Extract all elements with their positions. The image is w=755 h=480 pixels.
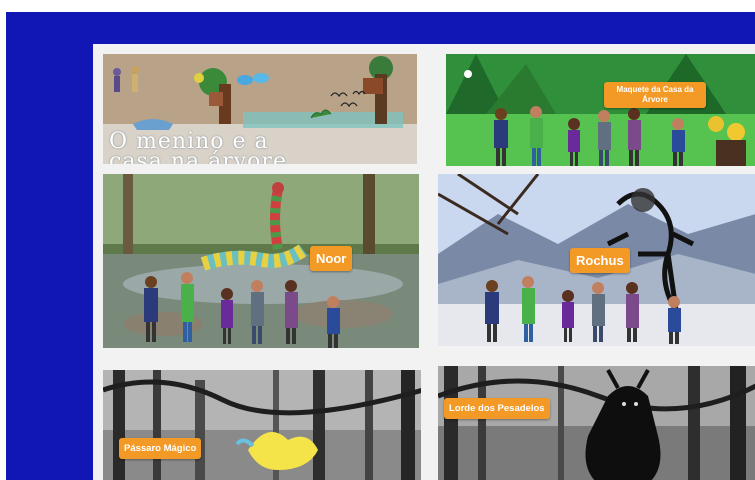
title-line-2: casa na árvore — [109, 149, 287, 165]
treehouse-drawing-title: O menino e a casa na árvore — [109, 131, 409, 165]
scene-label-treehouse-model: Maquete da Casa da Árvore — [604, 82, 706, 108]
label-line-2: Árvore — [642, 95, 668, 104]
scene-tile-treehouse-model[interactable]: Maquete da Casa da Árvore — [446, 54, 755, 166]
label-line-1: Maquete da Casa da — [616, 85, 694, 94]
scene-label-passaro-magico: Pássaro Mágico — [119, 438, 202, 459]
scene-label-noor: Noor — [310, 246, 353, 271]
scene-gallery: O menino e a casa na árvore Maquete da C… — [93, 44, 755, 480]
passaro-magico-scene-image — [103, 370, 421, 480]
treehouse-model-image — [446, 54, 755, 166]
scene-label-rochus: Rochus — [570, 248, 630, 273]
scene-tile-lorde-dos-pesadelos[interactable]: Lorde dos Pesadelos — [438, 366, 755, 480]
scene-label-lorde-dos-pesadelos: Lorde dos Pesadelos — [444, 398, 550, 419]
scene-tile-rochus[interactable]: Rochus — [438, 174, 755, 346]
noor-scene-image — [103, 174, 419, 348]
lorde-dos-pesadelos-scene-image — [438, 366, 755, 480]
scene-tile-treehouse-drawing[interactable]: O menino e a casa na árvore — [103, 54, 417, 164]
scene-tile-passaro-magico[interactable]: Pássaro Mágico — [103, 370, 421, 480]
scene-tile-noor[interactable]: Noor — [103, 174, 419, 348]
